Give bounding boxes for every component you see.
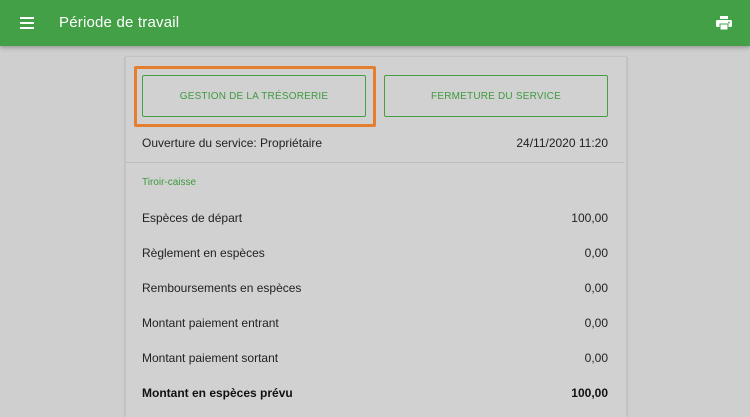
row-value: 100,00 xyxy=(571,386,608,400)
page-title: Période de travail xyxy=(59,14,180,31)
row-value: 0,00 xyxy=(584,281,608,295)
row-label: Espèces de départ xyxy=(142,211,243,225)
row-label: Montant en espèces prévu xyxy=(142,386,293,400)
row-value: 0,00 xyxy=(584,246,608,260)
row-label: Montant paiement sortant xyxy=(142,351,279,365)
service-opening-datetime: 24/11/2020 11:20 xyxy=(516,136,608,150)
row-label: Règlement en espèces xyxy=(142,246,265,260)
row-label: Remboursements en espèces xyxy=(142,281,302,295)
row-label: Montant paiement entrant xyxy=(142,316,279,330)
print-icon[interactable] xyxy=(712,12,736,34)
menu-icon[interactable] xyxy=(16,13,38,33)
app-bar: Période de travail xyxy=(0,0,750,46)
close-service-button[interactable]: FERMETURE DU SERVICE xyxy=(384,75,608,117)
row-value: 0,00 xyxy=(584,316,608,330)
row-value: 100,00 xyxy=(571,211,608,225)
divider xyxy=(126,162,624,163)
cash-management-button[interactable]: GESTION DE LA TRÉSORERIE xyxy=(142,75,366,117)
cash-drawer-title: Tiroir-caisse xyxy=(142,177,197,188)
service-opening-label: Ouverture du service: Propriétaire xyxy=(142,136,323,150)
row-value: 0,00 xyxy=(584,351,608,365)
